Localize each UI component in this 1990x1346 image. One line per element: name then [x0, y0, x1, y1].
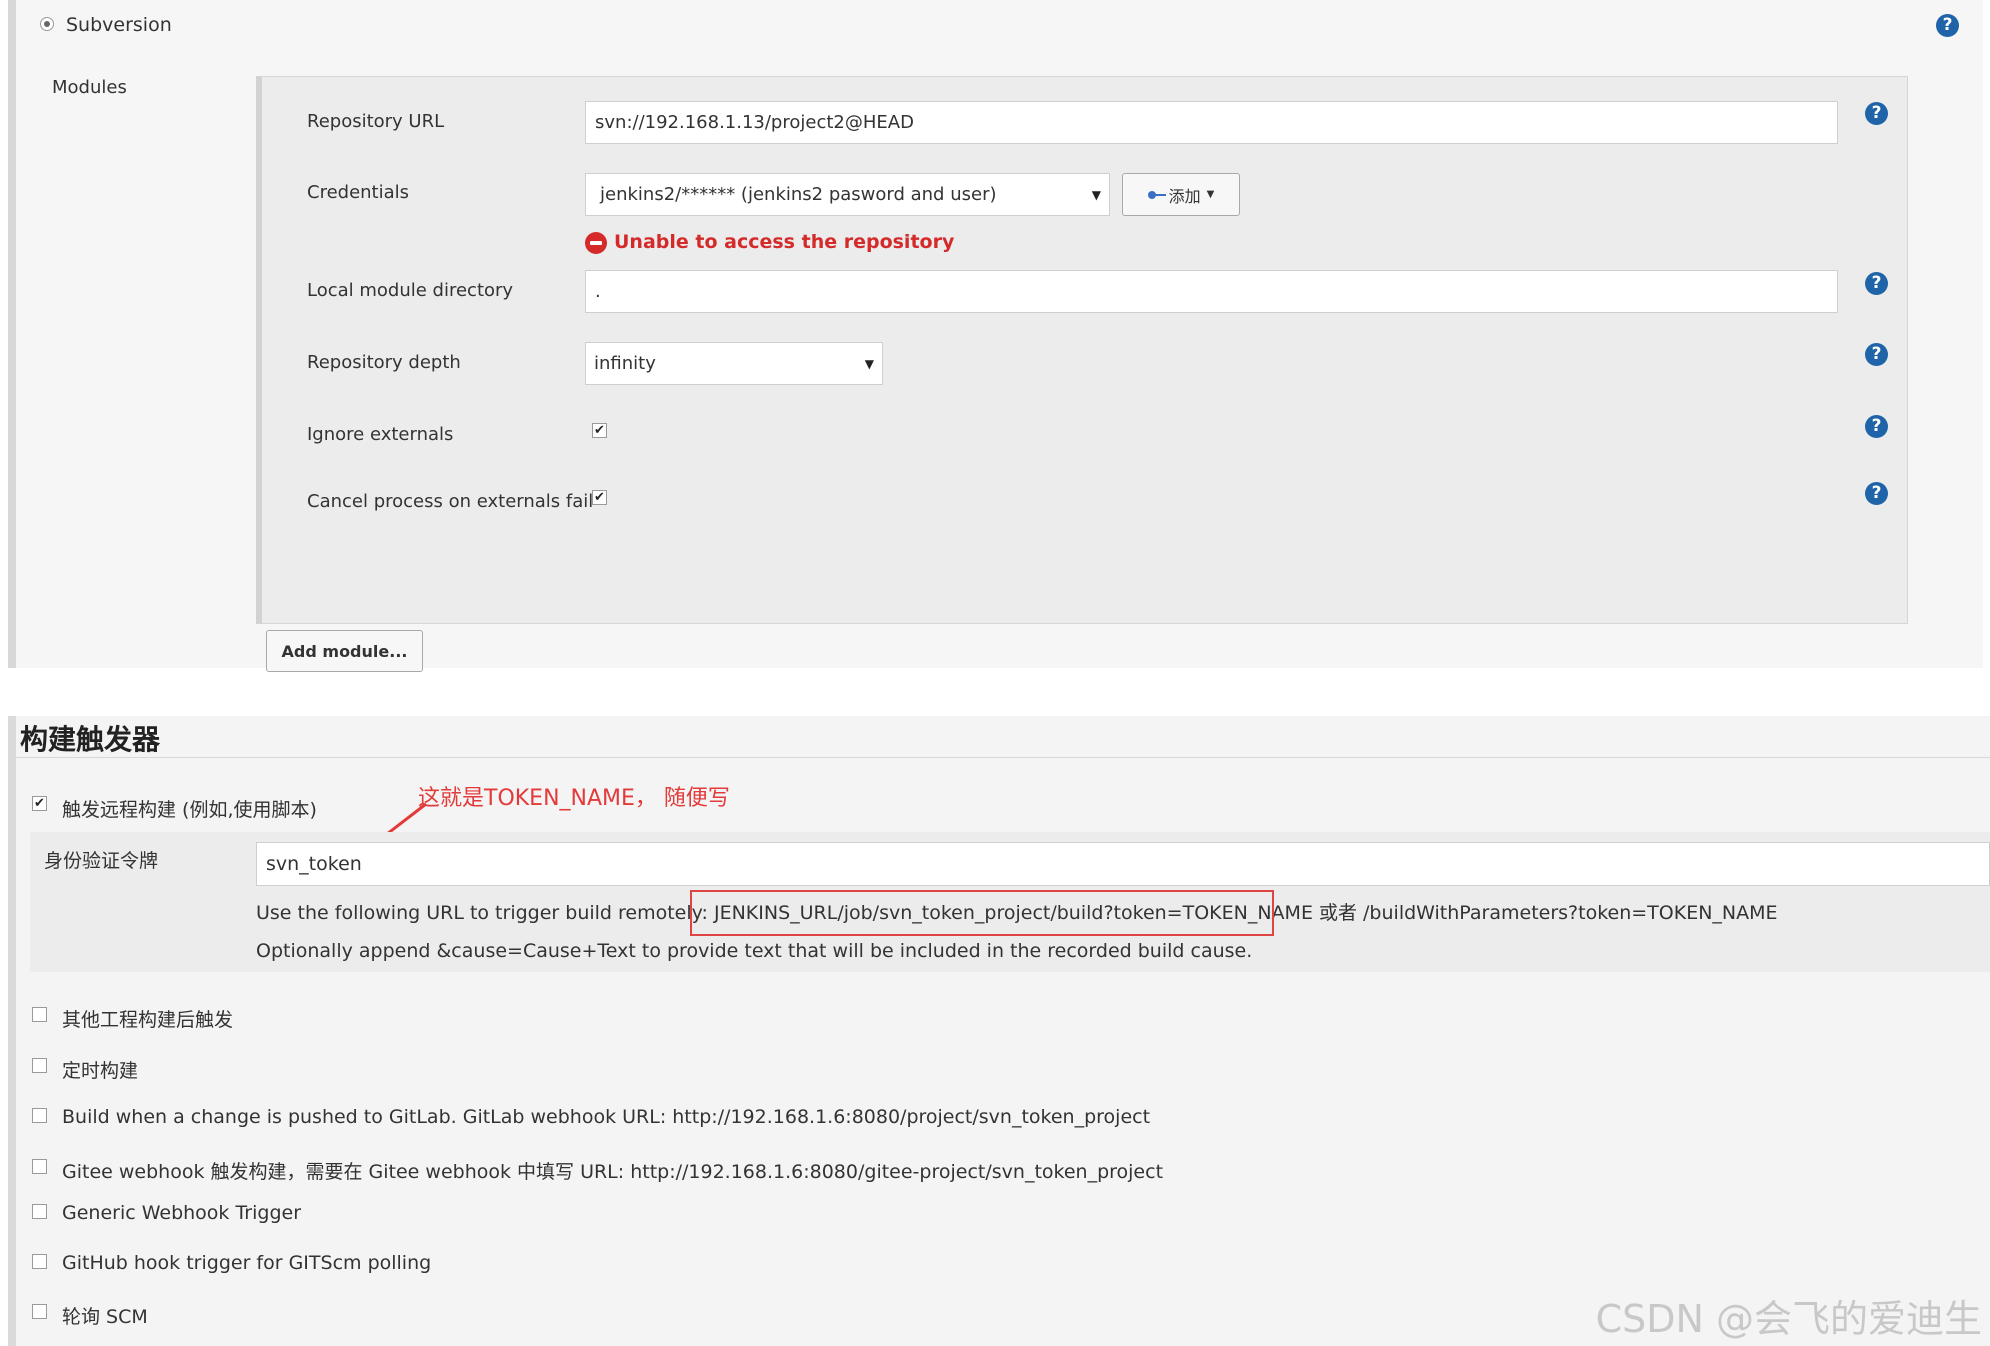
trigger-checkbox-upstream[interactable]: [32, 1007, 47, 1022]
trigger-checkbox-github-hook[interactable]: [32, 1254, 47, 1269]
modules-label: Modules: [52, 77, 127, 98]
caret-down-icon: ▼: [1206, 189, 1215, 200]
credentials-label: Credentials: [307, 182, 410, 203]
help-icon[interactable]: ?: [1936, 14, 1959, 37]
trigger-label-upstream: 其他工程构建后触发: [62, 1009, 234, 1031]
section-title: 构建触发器: [20, 723, 161, 756]
local-module-directory-label: Local module directory: [307, 280, 514, 301]
repository-url-label: Repository URL: [307, 111, 445, 132]
token-label: 身份验证令牌: [44, 850, 159, 872]
credentials-select[interactable]: jenkins2/****** (jenkins2 pasword and us…: [585, 173, 1110, 216]
trigger-checkbox-periodic[interactable]: [32, 1058, 47, 1073]
add-credentials-label: 添加: [1168, 186, 1201, 206]
local-module-directory-input[interactable]: .: [585, 270, 1838, 313]
cancel-process-checkbox[interactable]: ✔: [592, 490, 607, 505]
url-hint-suffix: 或者 /buildWithParameters?token=TOKEN_NAME: [1312, 902, 1778, 924]
add-credentials-button[interactable]: 添加 ▼: [1122, 173, 1240, 216]
trigger-checkbox-generic-webhook[interactable]: [32, 1204, 47, 1219]
help-icon[interactable]: ?: [1865, 482, 1888, 505]
token-input[interactable]: svn_token: [256, 842, 1990, 886]
local-module-directory-value: .: [595, 281, 601, 302]
chevron-down-icon: ▼: [1091, 187, 1101, 202]
chevron-down-icon: ▼: [864, 356, 874, 371]
subversion-radio[interactable]: [40, 17, 54, 31]
trigger-label-github-hook: GitHub hook trigger for GITScm polling: [62, 1252, 432, 1274]
title-divider: [8, 757, 1990, 758]
help-icon[interactable]: ?: [1865, 102, 1888, 125]
cancel-process-label: Cancel process on externals fail: [307, 491, 594, 512]
repository-url-value: svn://192.168.1.13/project2@HEAD: [595, 112, 914, 133]
annotation-text: 这就是TOKEN_NAME， 随便写: [418, 786, 730, 811]
add-module-button[interactable]: Add module...: [266, 630, 423, 672]
credentials-value: jenkins2/****** (jenkins2 pasword and us…: [600, 184, 997, 205]
error-message: Unable to access the repository: [614, 231, 955, 253]
trigger-checkbox-gitlab[interactable]: [32, 1108, 47, 1123]
error-icon: [585, 232, 607, 254]
trigger-label-poll-scm: 轮询 SCM: [62, 1306, 148, 1328]
trigger-checkbox-poll-scm[interactable]: [32, 1304, 47, 1319]
repository-url-input[interactable]: svn://192.168.1.13/project2@HEAD: [585, 101, 1838, 144]
cause-hint: Optionally append &cause=Cause+Text to p…: [256, 940, 1253, 962]
remote-build-checkbox[interactable]: ✔: [32, 796, 47, 811]
token-value: svn_token: [266, 853, 362, 875]
ignore-externals-checkbox[interactable]: ✔: [592, 423, 607, 438]
watermark: CSDN @会飞的爱迪生: [1595, 1297, 1982, 1341]
help-icon[interactable]: ?: [1865, 415, 1888, 438]
trigger-checkbox-gitee[interactable]: [32, 1159, 47, 1174]
trigger-label-gitee: Gitee webhook 触发构建，需要在 Gitee webhook 中填写…: [62, 1161, 1164, 1183]
key-icon: [1147, 190, 1166, 199]
repository-depth-label: Repository depth: [307, 352, 461, 373]
help-icon[interactable]: ?: [1865, 343, 1888, 366]
trigger-label-gitlab: Build when a change is pushed to GitLab.…: [62, 1106, 1151, 1128]
url-hint-prefix: Use the following URL to trigger build r…: [256, 902, 714, 924]
subversion-label: Subversion: [66, 14, 172, 36]
help-icon[interactable]: ?: [1865, 272, 1888, 295]
repository-depth-value: infinity: [594, 353, 656, 374]
ignore-externals-label: Ignore externals: [307, 424, 454, 445]
trigger-label-periodic: 定时构建: [62, 1060, 139, 1082]
modules-box: [256, 76, 1908, 624]
url-highlight-box: [690, 890, 1274, 936]
trigger-label-generic-webhook: Generic Webhook Trigger: [62, 1202, 302, 1224]
repository-depth-select[interactable]: infinity ▼: [585, 342, 883, 385]
remote-build-label: 触发远程构建 (例如,使用脚本): [62, 799, 317, 821]
